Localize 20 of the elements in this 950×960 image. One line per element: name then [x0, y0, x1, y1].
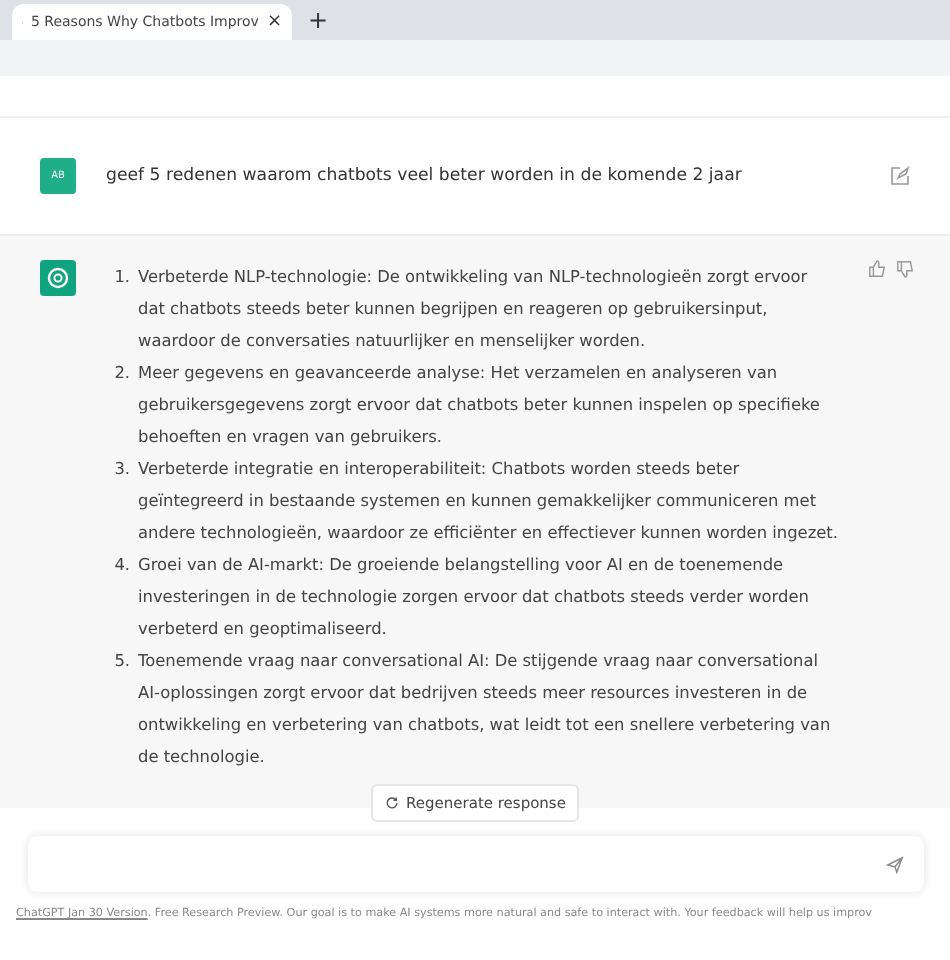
thumbs-up-icon[interactable]: [868, 260, 886, 278]
list-number: 1.: [112, 264, 130, 290]
edit-icon[interactable]: [890, 166, 910, 186]
message-input[interactable]: [27, 836, 923, 892]
send-icon[interactable]: [885, 855, 903, 873]
list-item-text: Groei van de AI-markt: De groeiende belangstelling voor AI en de toenemende investeringen in de technologie zorgen ervoor dat chatbots steeds verder worden verbeterd en geoptimaliseerd.: [138, 552, 811, 642]
list-number: 4.: [112, 552, 130, 578]
list-item-text: Toenemende vraag naar conversational AI: De stijgende vraag naar conversational AI-oplossingen zorgt ervoor dat bedrijven steeds meer resources investeren in de ontwikkeling en verbetering van chatbots, wat leidt tot een snellere verbetering van de technologie.: [138, 648, 833, 770]
list-item-text: Meer gegevens en geavanceerde analyse: Het verzamelen en analyseren van gebruikersgegevens zorgt ervoor dat chatbots beter kunnen inspelen op specifieke behoeften en vragen van gebruikers.: [138, 360, 822, 450]
user-message: geef 5 redenen waarom chatbots veel beter worden in de komende 2 jaar: [106, 166, 744, 186]
list-number: 2.: [112, 360, 130, 386]
list-number: 5.: [112, 648, 130, 674]
list-item-text: Verbeterde integratie en interoperabiliteit: Chatbots worden steeds beter geïntegreerd in bestaande systemen en kunnen gemakkelijker communiceren met andere technologieën, waardoor ze efficiënter en effectiever kunnen worden ingezet.: [138, 456, 838, 546]
new-tab-button[interactable]: +: [308, 6, 329, 34]
thumbs-down-icon[interactable]: [896, 260, 914, 278]
list-item-text: Verbeterde NLP-technologie: De ontwikkeling van NLP-technologieën zorgt ervoor dat chatbots steeds beter kunnen begrijpen en reageren op gebruikersinput, waardoor de conversaties natuurlijker en menselijker worden.: [138, 264, 810, 354]
list-number: 3.: [112, 456, 130, 482]
close-icon[interactable]: ×: [266, 12, 282, 32]
assistant-avatar: [40, 260, 76, 296]
refresh-icon: [384, 796, 399, 810]
